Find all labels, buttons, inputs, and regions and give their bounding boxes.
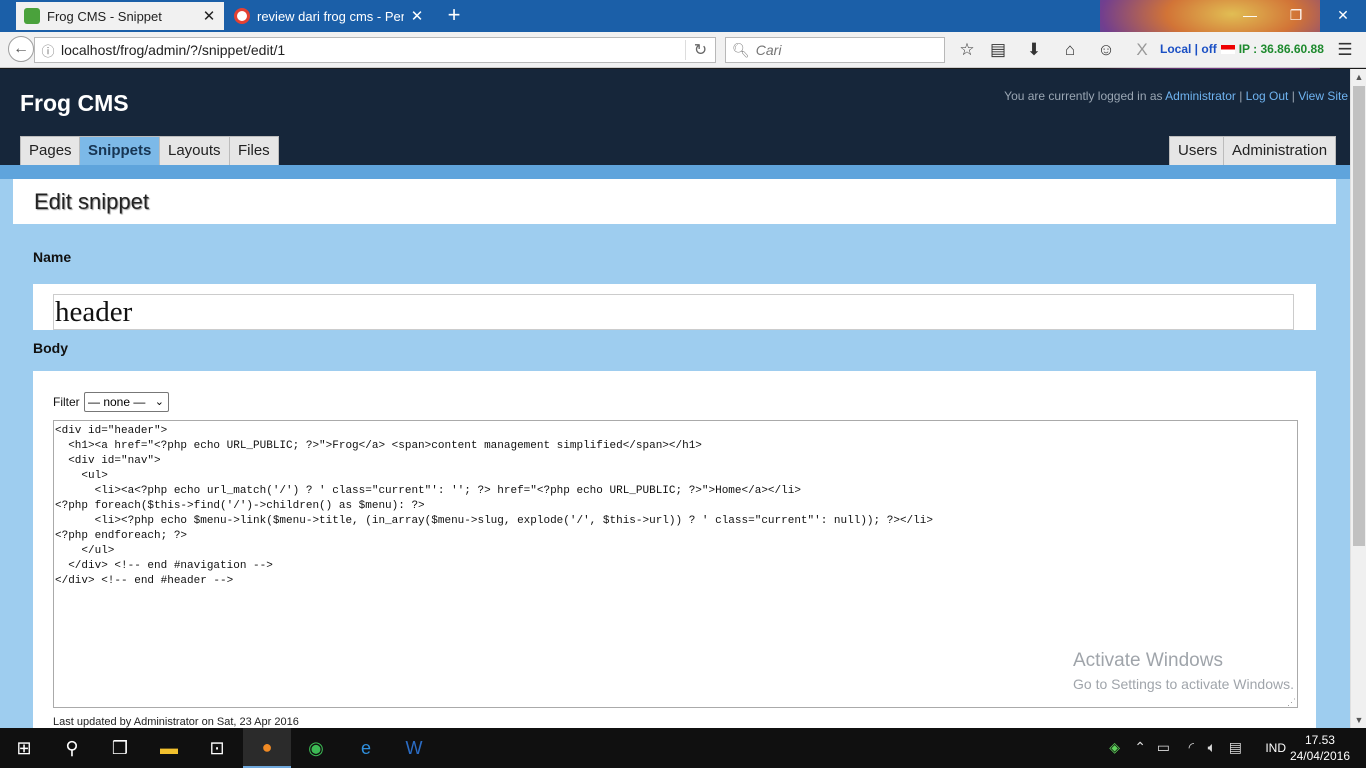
url-text[interactable]: localhost/frog/admin/?/snippet/edit/1: [61, 42, 685, 58]
indonesia-flag-icon: [1220, 45, 1235, 55]
page-scrollbar[interactable]: ▲ ▼: [1350, 69, 1366, 728]
action-center-icon[interactable]: ▤: [1229, 739, 1242, 756]
browser-tab-google-search[interactable]: review dari frog cms - Pen… ✕: [226, 2, 432, 30]
addon-ip-status[interactable]: Local | off IP : 36.86.60.88: [1160, 42, 1324, 56]
watermark-line1: Activate Windows: [1073, 650, 1223, 671]
wifi-icon[interactable]: ◜: [1189, 739, 1194, 756]
url-bar[interactable]: ⓘ localhost/frog/admin/?/snippet/edit/1 …: [34, 37, 716, 63]
login-text: You are currently logged in as: [1004, 89, 1163, 103]
search-icon[interactable]: ⚲: [48, 728, 96, 768]
title-box: Edit snippet: [13, 179, 1336, 224]
task-view-icon[interactable]: ❒: [96, 728, 144, 768]
language-indicator[interactable]: IND: [1265, 741, 1286, 755]
hamburger-menu-icon[interactable]: ☰: [1333, 38, 1357, 62]
name-field-wrapper: [33, 284, 1316, 330]
chrome-icon[interactable]: ◉: [292, 728, 340, 768]
nav-tab-administration[interactable]: Administration: [1223, 136, 1337, 165]
network-app-icon[interactable]: ◈: [1109, 739, 1120, 756]
nav-tab-layouts[interactable]: Layouts: [159, 136, 230, 165]
reading-list-icon[interactable]: ▤: [986, 38, 1010, 62]
home-icon[interactable]: ⌂: [1058, 38, 1082, 62]
watermark-line2: Go to Settings to activate Windows.: [1073, 676, 1294, 692]
separator: |: [1239, 89, 1243, 103]
browser-tab-bar: Frog CMS - Snippet ✕ review dari frog cm…: [0, 0, 1366, 70]
clock-time: 17.53: [1304, 733, 1335, 747]
back-arrow-icon[interactable]: ←: [8, 36, 34, 62]
search-bar[interactable]: 🔍︎: [725, 37, 945, 63]
reload-icon[interactable]: ↻: [685, 40, 715, 60]
store-icon[interactable]: ⊡: [193, 728, 241, 768]
nav-tab-pages[interactable]: Pages: [20, 136, 81, 165]
nav-tab-users[interactable]: Users: [1169, 136, 1227, 165]
nav-tab-snippets[interactable]: Snippets: [79, 136, 161, 165]
last-updated-text: Last updated by Administrator on Sat, 23…: [53, 716, 299, 728]
smiley-icon[interactable]: ☺: [1094, 38, 1118, 62]
site-info-icon[interactable]: ⓘ: [35, 41, 61, 60]
chevron-up-icon[interactable]: ⌃: [1134, 739, 1146, 756]
search-input[interactable]: [755, 42, 936, 58]
download-icon[interactable]: ⬇: [1022, 38, 1046, 62]
user-link[interactable]: Administrator: [1165, 89, 1236, 103]
resize-grip-icon[interactable]: ⋰: [1287, 697, 1297, 707]
bookmark-star-icon[interactable]: ☆: [955, 38, 979, 62]
google-favicon-icon: [234, 8, 250, 24]
tab-title: review dari frog cms - Pen…: [257, 8, 404, 24]
login-info: You are currently logged in as Administr…: [1004, 89, 1348, 103]
nav-tab-files[interactable]: Files: [229, 136, 279, 165]
close-tab-icon[interactable]: ✕: [410, 7, 424, 25]
battery-icon[interactable]: ▭: [1157, 739, 1170, 756]
activate-windows-watermark: Activate Windows Go to Settings to activ…: [1073, 650, 1294, 692]
firefox-icon[interactable]: ●: [243, 728, 291, 768]
page-viewport: Frog CMS You are currently logged in as …: [0, 69, 1350, 728]
maximize-window-icon[interactable]: ❐: [1273, 4, 1319, 28]
clock-date: 24/04/2016: [1289, 749, 1350, 763]
site-logo: Frog CMS: [20, 90, 129, 116]
search-icon: 🔍︎: [732, 41, 750, 58]
logout-link[interactable]: Log Out: [1246, 89, 1289, 103]
filter-selected-value: — none —: [88, 395, 146, 409]
new-tab-button[interactable]: +: [442, 2, 466, 30]
close-tab-icon[interactable]: ✕: [202, 7, 216, 25]
cms-header: Frog CMS You are currently logged in as …: [0, 69, 1350, 165]
close-window-icon[interactable]: ✕: [1320, 4, 1366, 28]
body-label: Body: [33, 340, 68, 356]
separator: |: [1291, 89, 1295, 103]
page-title: Edit snippet: [34, 189, 149, 214]
chevron-down-icon: ⌄: [154, 396, 164, 408]
name-label: Name: [33, 249, 72, 265]
snippet-name-input[interactable]: [53, 294, 1294, 330]
browser-tab-frog-snippet[interactable]: Frog CMS - Snippet ✕: [16, 2, 224, 30]
filter-select[interactable]: — none — ⌄: [84, 392, 169, 412]
edge-icon[interactable]: e: [342, 728, 390, 768]
scrollbar-thumb[interactable]: [1353, 86, 1365, 546]
scroll-down-icon[interactable]: ▼: [1351, 712, 1366, 728]
frog-favicon-icon: [24, 8, 40, 24]
windows-start-icon[interactable]: ⊞: [0, 728, 48, 768]
minimize-window-icon[interactable]: —: [1227, 4, 1273, 28]
filter-label: Filter: [53, 395, 80, 409]
windows-taskbar: ⊞ ⚲ ❒ ▬ ⊡ ● ◉ e W ◈ ⌃ ▭ ◜ 🔈︎ ▤ IND 17.53…: [0, 728, 1366, 768]
scroll-up-icon[interactable]: ▲: [1351, 69, 1366, 85]
header-sub-band: [0, 165, 1350, 179]
clock[interactable]: 17.53 24/04/2016: [1290, 732, 1350, 764]
ip-text: IP : 36.86.60.88: [1238, 42, 1324, 56]
view-site-link[interactable]: View Site: [1298, 89, 1348, 103]
tab-title: Frog CMS - Snippet: [47, 8, 162, 24]
local-status-text: Local | off: [1160, 42, 1217, 56]
file-explorer-icon[interactable]: ▬: [145, 728, 193, 768]
x-addon-icon[interactable]: X: [1130, 38, 1154, 62]
volume-icon[interactable]: 🔈︎: [1208, 739, 1216, 756]
word-icon[interactable]: W: [390, 728, 438, 768]
